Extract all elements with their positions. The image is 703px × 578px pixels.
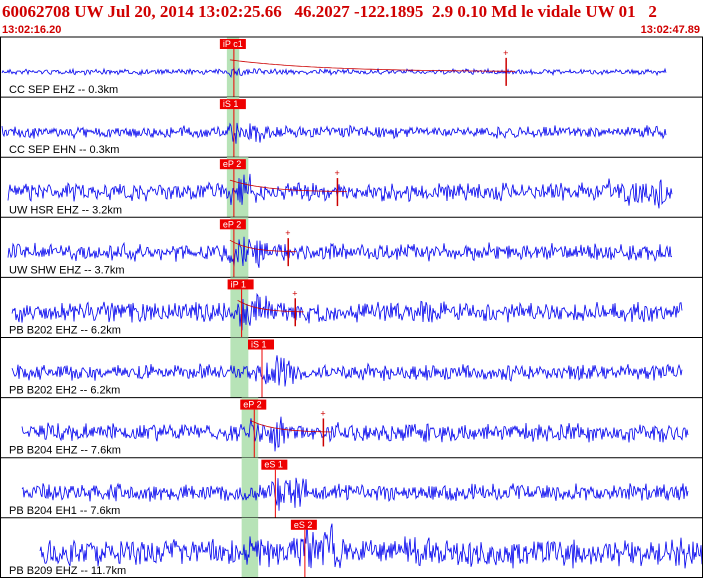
channel-label: PB B204 EH1 -- 7.6km [9, 505, 120, 517]
channel-label: CC SEP EHZ -- 0.3km [9, 84, 118, 96]
channel-label: PB B202 EHZ -- 6.2km [9, 325, 121, 337]
s-tick: + [503, 48, 508, 58]
waveform-trace [21, 416, 689, 452]
pick-label: eS 2 [294, 520, 313, 530]
amplitude-fit [229, 59, 515, 72]
pick-label: iP 1 [231, 279, 246, 289]
s-tick: + [285, 228, 290, 238]
waveform-panel: iP c1 + CC SEP EHZ -- 0.3km iS 1 CC SEP EHN … [0, 36, 703, 578]
channel-label: UW HSR EHZ -- 3.2km [9, 204, 122, 216]
pick-label: eS 1 [264, 460, 283, 470]
waveform-trace [11, 355, 683, 387]
p-window [241, 457, 259, 518]
channel-label: PB B204 EHZ -- 7.6km [9, 445, 121, 457]
pick-label: eP 2 [223, 219, 241, 229]
channel-label: PB B202 EH2 -- 6.2km [9, 385, 120, 397]
waveform-trace [7, 236, 673, 268]
pick-label: eP 2 [223, 159, 241, 169]
pick-label: iS 1 [223, 99, 239, 109]
waveform-trace [21, 477, 689, 511]
waveform-trace [39, 520, 703, 569]
waveform-trace [1, 66, 667, 79]
waveform-trace [1, 122, 667, 144]
channel-label: PB B209 EHZ -- 11.7km [9, 565, 126, 577]
channel-label: CC SEP EHN -- 0.3km [9, 144, 119, 156]
pick-label: iS 1 [251, 340, 267, 350]
pick-label: iP c1 [223, 39, 243, 49]
s-tick: + [334, 168, 339, 178]
channel-label: UW SHW EHZ -- 3.7km [9, 264, 125, 276]
pick-label: eP 2 [243, 400, 261, 410]
s-tick: + [320, 408, 325, 418]
seismogram-viewer: 60062708 UW Jul 20, 2014 13:02:25.66 46.… [0, 0, 703, 578]
s-tick: + [292, 288, 297, 298]
